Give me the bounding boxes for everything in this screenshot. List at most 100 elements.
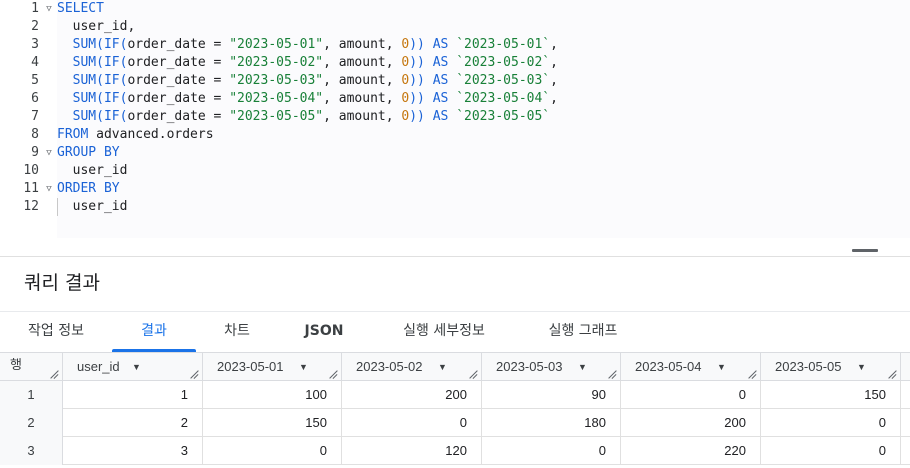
table-cell[interactable]: 0	[342, 409, 482, 437]
code-token: FROM	[57, 127, 97, 142]
table-cell[interactable]: 200	[342, 381, 482, 409]
row-number: 1	[0, 381, 63, 409]
line-number: 9	[31, 145, 39, 160]
code-token: AS	[432, 91, 457, 106]
line-number: 6	[31, 91, 39, 106]
code-token: ))	[409, 73, 433, 88]
fold-toggle-icon[interactable]: ▽	[43, 0, 55, 18]
table-cell[interactable]: 3	[63, 437, 203, 465]
line-number: 8	[31, 127, 39, 142]
sort-dropdown-icon[interactable]: ▼	[857, 359, 866, 375]
column-header-2023-05-01[interactable]: 2023-05-01 ▼	[203, 353, 342, 381]
column-resize-icon[interactable]	[888, 370, 897, 379]
column-header-2023-05-02[interactable]: 2023-05-02 ▼	[342, 353, 482, 381]
code-line[interactable]: 11 ▽ ORDER BY	[0, 180, 910, 198]
code-token: AS	[432, 73, 457, 88]
table-cell[interactable]: 150	[761, 381, 901, 409]
table-cell[interactable]: 150	[203, 409, 342, 437]
code-line[interactable]: 9 ▽ GROUP BY	[0, 144, 910, 162]
code-token: user_id,	[57, 19, 136, 34]
sort-dropdown-icon[interactable]: ▼	[299, 359, 308, 375]
code-token: , amount,	[323, 91, 402, 106]
column-header-2023-05-05[interactable]: 2023-05-05 ▼	[761, 353, 901, 381]
code-token: ))	[409, 109, 433, 124]
column-header-2023-05-04[interactable]: 2023-05-04 ▼	[621, 353, 761, 381]
table-cell[interactable]: 0	[761, 409, 901, 437]
tab-execution-graph[interactable]: 실행 그래프	[518, 312, 648, 352]
tab-chart[interactable]: 차트	[196, 312, 278, 352]
table-cell[interactable]: 200	[621, 409, 761, 437]
column-header-label: 2023-05-02	[356, 359, 423, 374]
sort-dropdown-icon[interactable]: ▼	[132, 359, 141, 375]
column-header-user-id[interactable]: user_id ▼	[63, 353, 203, 381]
table-cell[interactable]: 0	[203, 437, 342, 465]
fold-toggle-icon[interactable]: ▽	[43, 180, 55, 198]
code-token: SUM(IF(	[57, 91, 128, 106]
table-cell[interactable]: 100	[203, 381, 342, 409]
code-line[interactable]: 1 ▽ SELECT	[0, 0, 910, 18]
sort-dropdown-icon[interactable]: ▼	[578, 359, 587, 375]
code-line[interactable]: 7 SUM(IF(order_date = "2023-05-05", amou…	[0, 108, 910, 126]
code-token: SUM(IF(	[57, 109, 128, 124]
code-token: `2023-05-01`	[456, 37, 551, 52]
sql-editor[interactable]: 1 ▽ SELECT 2 user_id, 3 SUM(IF(order_date = …	[0, 0, 910, 252]
code-line[interactable]: 3 SUM(IF(order_date = "2023-05-01", amou…	[0, 36, 910, 54]
column-resize-icon[interactable]	[50, 370, 59, 379]
table-cell[interactable]: 90	[482, 381, 621, 409]
code-token: order_date =	[127, 55, 230, 70]
column-header-label: 2023-05-01	[217, 359, 284, 374]
table-cell[interactable]: 180	[482, 409, 621, 437]
column-resize-icon[interactable]	[190, 370, 199, 379]
code-token: ))	[409, 37, 433, 52]
tab-job-info[interactable]: 작업 정보	[0, 312, 112, 352]
code-line[interactable]: 12 user_id	[0, 198, 910, 216]
code-line[interactable]: 5 SUM(IF(order_date = "2023-05-03", amou…	[0, 72, 910, 90]
tab-results[interactable]: 결과	[112, 312, 196, 352]
code-line[interactable]: 6 SUM(IF(order_date = "2023-05-04", amou…	[0, 90, 910, 108]
table-cell[interactable]: 1	[63, 381, 203, 409]
code-line[interactable]: 10 user_id	[0, 162, 910, 180]
code-token: ,	[550, 73, 558, 88]
code-token: ORDER BY	[57, 181, 120, 196]
column-resize-icon[interactable]	[469, 370, 478, 379]
code-text: SUM(IF(order_date = "2023-05-05", amount…	[57, 108, 550, 126]
code-token: AS	[432, 55, 457, 70]
column-header-2023-05-03[interactable]: 2023-05-03 ▼	[482, 353, 621, 381]
row-number: 3	[0, 437, 63, 465]
code-token: SUM(IF(	[57, 37, 128, 52]
tab-json[interactable]: JSON	[278, 312, 370, 352]
column-resize-icon[interactable]	[329, 370, 338, 379]
column-resize-icon[interactable]	[608, 370, 617, 379]
sort-dropdown-icon[interactable]: ▼	[717, 359, 726, 375]
column-resize-icon[interactable]	[748, 370, 757, 379]
code-token: SUM(IF(	[57, 55, 128, 70]
editor-divider	[0, 256, 910, 257]
sort-dropdown-icon[interactable]: ▼	[438, 359, 447, 375]
code-text: SUM(IF(order_date = "2023-05-01", amount…	[57, 36, 558, 54]
code-text: user_id	[57, 162, 128, 180]
table-cell[interactable]: 0	[621, 381, 761, 409]
line-number: 2	[31, 19, 39, 34]
table-cell[interactable]: 220	[621, 437, 761, 465]
line-number: 7	[31, 109, 39, 124]
table-cell[interactable]: 0	[482, 437, 621, 465]
code-token: "2023-05-04"	[229, 91, 324, 106]
row-number-header: 행	[0, 353, 63, 381]
table-cell[interactable]: 120	[342, 437, 482, 465]
code-token: `2023-05-03`	[456, 73, 551, 88]
code-token: advanced.orders	[96, 127, 214, 142]
editor-resize-handle[interactable]	[852, 249, 878, 252]
code-line[interactable]: 2 user_id,	[0, 18, 910, 36]
code-text: SELECT	[57, 0, 104, 18]
code-token: , amount,	[323, 73, 402, 88]
fold-toggle-icon[interactable]: ▽	[43, 144, 55, 162]
table-row: 1 1 100 200 90 0 150	[0, 381, 910, 409]
code-line[interactable]: 8 FROM advanced.orders	[0, 126, 910, 144]
tab-execution-details[interactable]: 실행 세부정보	[370, 312, 518, 352]
code-token: AS	[432, 109, 457, 124]
code-line[interactable]: 4 SUM(IF(order_date = "2023-05-02", amou…	[0, 54, 910, 72]
table-cell[interactable]: 0	[761, 437, 901, 465]
code-text: SUM(IF(order_date = "2023-05-04", amount…	[57, 90, 558, 108]
table-cell[interactable]: 2	[63, 409, 203, 437]
code-text: FROM advanced.orders	[57, 126, 214, 144]
